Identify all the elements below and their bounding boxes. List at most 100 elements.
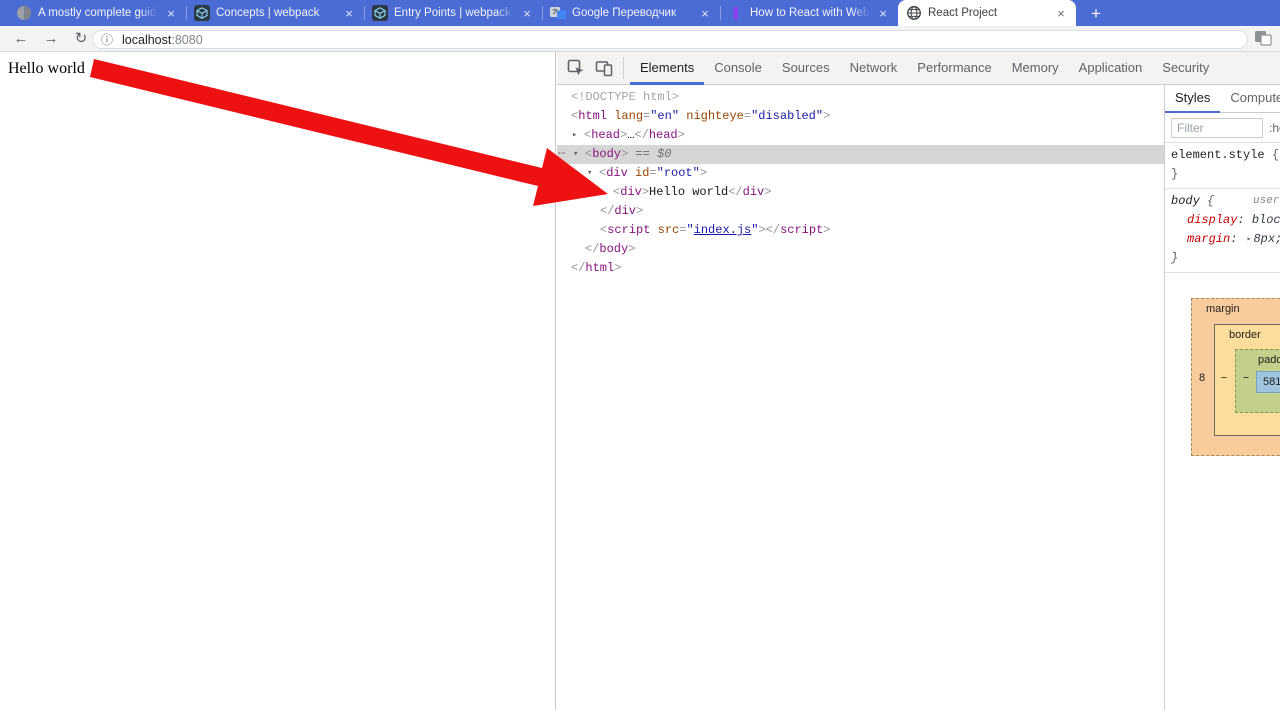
- devtools-tab-performance[interactable]: Performance: [907, 52, 1001, 85]
- reload-button[interactable]: ↻: [70, 28, 92, 50]
- collapse-arrow-icon[interactable]: ▾: [573, 145, 585, 164]
- token-p: [650, 223, 657, 237]
- token-v: ": [686, 223, 694, 237]
- browser-tab-3[interactable]: Entry Points | webpack ×: [364, 0, 542, 26]
- webpack-favicon-icon: [372, 5, 388, 21]
- padding-label: padding: [1258, 354, 1280, 366]
- dom-node-line[interactable]: <html lang="en" nighteye="disabled">: [557, 107, 1164, 126]
- token-t: div: [606, 166, 628, 180]
- webpack-favicon-icon: [194, 5, 210, 21]
- token-b: </: [728, 185, 743, 199]
- token-t: html: [585, 261, 615, 275]
- token-l: index.js: [693, 223, 752, 237]
- token-t: div: [620, 185, 642, 199]
- expand-arrow-icon[interactable]: ▸: [572, 126, 584, 145]
- tab-close-icon[interactable]: ×: [164, 7, 178, 20]
- border-left-value[interactable]: −: [1216, 370, 1232, 386]
- browser-tab-5[interactable]: How to React with Webpack 5 - S ×: [720, 0, 898, 26]
- dom-node-line[interactable]: ▸ <head>…</head>: [557, 126, 1164, 145]
- dom-node-line[interactable]: <!DOCTYPE html>: [557, 88, 1164, 107]
- browser-tab-6[interactable]: React Project ×: [898, 0, 1076, 26]
- property-name: display: [1187, 213, 1238, 227]
- box-model-content: 581.60: [1256, 371, 1280, 393]
- tab-close-icon[interactable]: ×: [520, 7, 534, 20]
- margin-label: margin: [1206, 303, 1240, 315]
- token-t: div: [614, 204, 637, 218]
- tab-title: Google Переводчик: [572, 7, 677, 19]
- tab-computed[interactable]: Computed: [1220, 85, 1280, 113]
- margin-left-value[interactable]: 8: [1194, 370, 1210, 386]
- dom-node-line[interactable]: ⋯ ▾ <body> == $0: [557, 145, 1164, 164]
- dom-node-line[interactable]: <script src="index.js"></script>: [557, 221, 1164, 240]
- token-b: >: [636, 204, 644, 218]
- generic-favicon-icon: [16, 5, 32, 21]
- devtools-tab-memory[interactable]: Memory: [1002, 52, 1069, 85]
- dom-node-line[interactable]: </div>: [557, 202, 1164, 221]
- inspect-element-icon[interactable]: [567, 59, 585, 77]
- expand-shorthand-icon[interactable]: ▸: [1247, 230, 1252, 249]
- token-t: script: [780, 223, 824, 237]
- css-property[interactable]: display: block;: [1171, 211, 1280, 230]
- globe-favicon-icon: [906, 5, 922, 21]
- token-v: "en": [650, 109, 680, 123]
- token-p: [628, 166, 635, 180]
- new-tab-button[interactable]: +: [1082, 2, 1110, 26]
- purple-favicon-icon: [728, 5, 744, 21]
- browser-tab-2[interactable]: Concepts | webpack ×: [186, 0, 364, 26]
- tab-title: Concepts | webpack: [216, 7, 320, 19]
- tab-styles[interactable]: Styles: [1165, 85, 1220, 113]
- token-b: </: [765, 223, 781, 237]
- styles-filter-input[interactable]: [1171, 118, 1263, 138]
- devtools-tab-network[interactable]: Network: [840, 52, 908, 85]
- property-value: block;: [1251, 213, 1280, 227]
- dom-node-line[interactable]: ▾ <div id="root">: [557, 164, 1164, 183]
- browser-tab-strip: A mostly complete guide to web×Concepts …: [0, 0, 1280, 26]
- styles-sidebar: Styles Computed :hov element.style { } b…: [1164, 85, 1280, 710]
- body-user-agent-rule[interactable]: body {user agent stylesheet display: blo…: [1165, 189, 1280, 273]
- token-t: head: [648, 128, 678, 142]
- tab-title: Entry Points | webpack: [394, 7, 511, 19]
- translate-page-icon[interactable]: [1254, 30, 1272, 52]
- devtools-toolbar: Elements Console Sources Network Performance…: [557, 52, 1280, 85]
- token-b: </: [600, 204, 615, 218]
- inline-rule-close: }: [1171, 167, 1179, 181]
- token-b: </: [585, 242, 600, 256]
- tab-close-icon[interactable]: ×: [876, 7, 890, 20]
- device-toolbar-icon[interactable]: [595, 59, 613, 77]
- dom-node-line[interactable]: </html>: [557, 259, 1164, 278]
- token-a: nighteye: [686, 109, 744, 123]
- box-model-diagram[interactable]: margin border padding 581.60 8 − −: [1191, 298, 1280, 456]
- token-t: div: [742, 185, 765, 199]
- token-b: =: [743, 109, 752, 123]
- browser-tab-4[interactable]: Google Переводчик ×: [542, 0, 720, 26]
- devtools-tab-application[interactable]: Application: [1069, 52, 1153, 85]
- token-b: >: [758, 223, 766, 237]
- token-g: <!DOCTYPE html>: [571, 90, 680, 104]
- pseudo-state-toggle[interactable]: :hov: [1269, 121, 1280, 135]
- tab-close-icon[interactable]: ×: [342, 7, 356, 20]
- node-menu-dots[interactable]: ⋯: [558, 145, 573, 164]
- devtools-tab-sources[interactable]: Sources: [772, 52, 840, 85]
- tab-close-icon[interactable]: ×: [698, 7, 712, 20]
- devtools-tab-security[interactable]: Security: [1152, 52, 1219, 85]
- site-info-icon[interactable]: ⓘ: [101, 31, 113, 48]
- token-t: script: [607, 223, 651, 237]
- inline-style-rule[interactable]: element.style { }: [1165, 143, 1280, 189]
- token-a: id: [635, 166, 650, 180]
- padding-left-value[interactable]: −: [1238, 370, 1254, 386]
- collapse-arrow-icon[interactable]: ▾: [587, 164, 599, 183]
- toolbar-divider: [623, 57, 624, 79]
- tab-close-icon[interactable]: ×: [1054, 7, 1068, 20]
- dom-node-line[interactable]: </body>: [557, 240, 1164, 259]
- back-button[interactable]: ←: [10, 28, 32, 50]
- browser-tab-1[interactable]: A mostly complete guide to web ×: [8, 0, 186, 26]
- address-bar[interactable]: ⓘ localhost:8080: [92, 30, 1248, 49]
- devtools-tab-elements[interactable]: Elements: [630, 52, 704, 85]
- devtools-panel: Elements Console Sources Network Performance…: [557, 52, 1280, 710]
- token-v: "disabled": [751, 109, 824, 123]
- forward-button[interactable]: →: [40, 28, 62, 50]
- css-property[interactable]: margin: ▸ 8px;: [1171, 230, 1280, 249]
- dom-node-line[interactable]: <div>Hello world</div>: [557, 183, 1164, 202]
- devtools-tab-console[interactable]: Console: [704, 52, 772, 85]
- token-t: body: [592, 147, 622, 161]
